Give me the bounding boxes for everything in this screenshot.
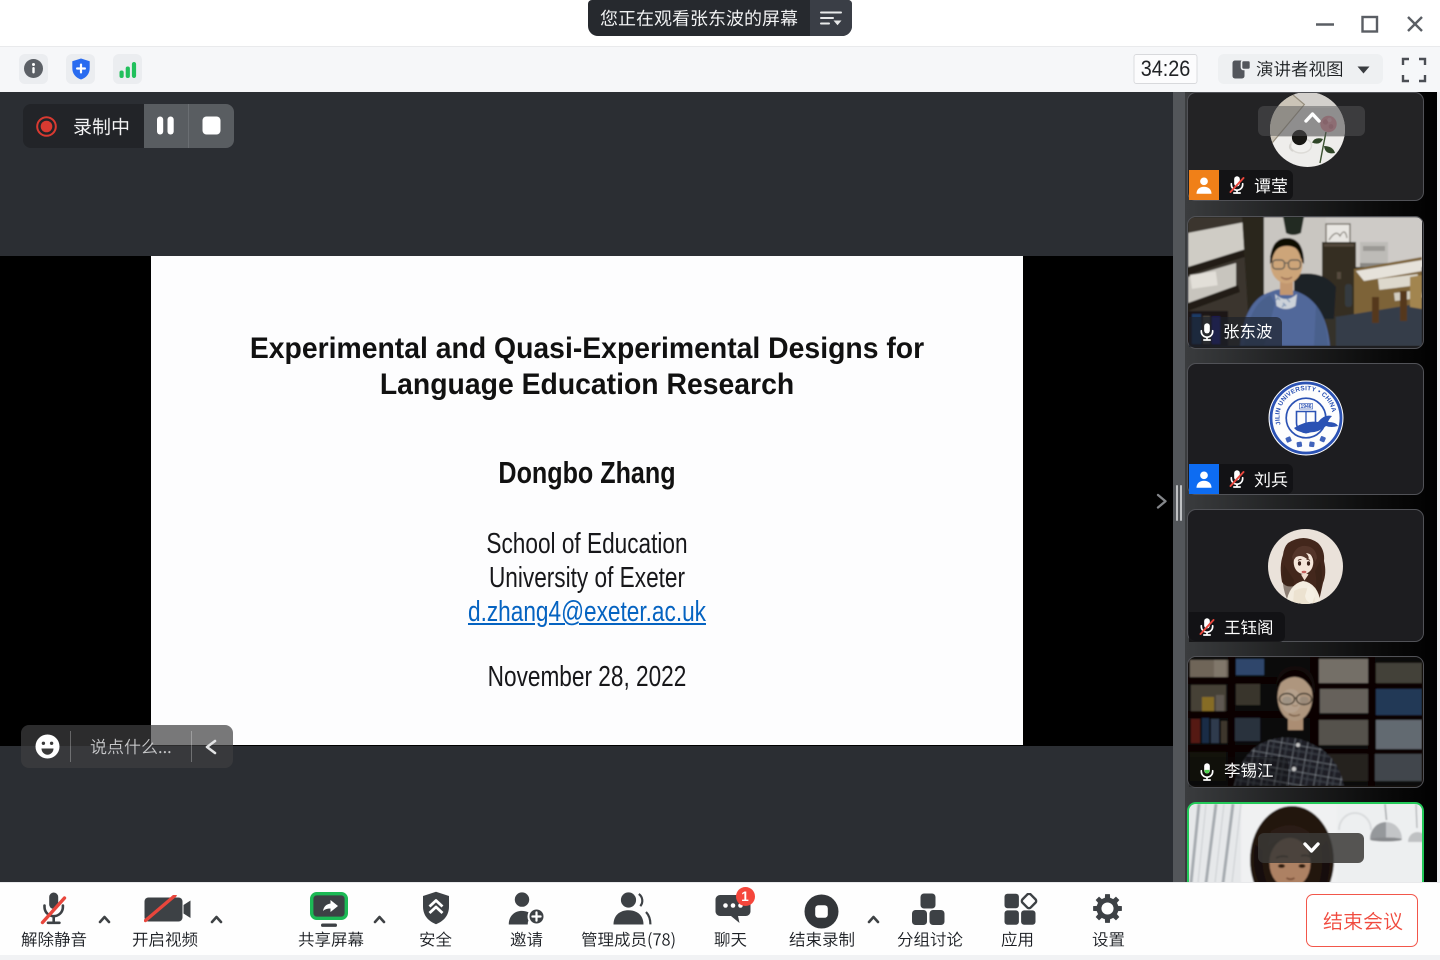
svg-text:1946: 1946 (1300, 404, 1311, 410)
